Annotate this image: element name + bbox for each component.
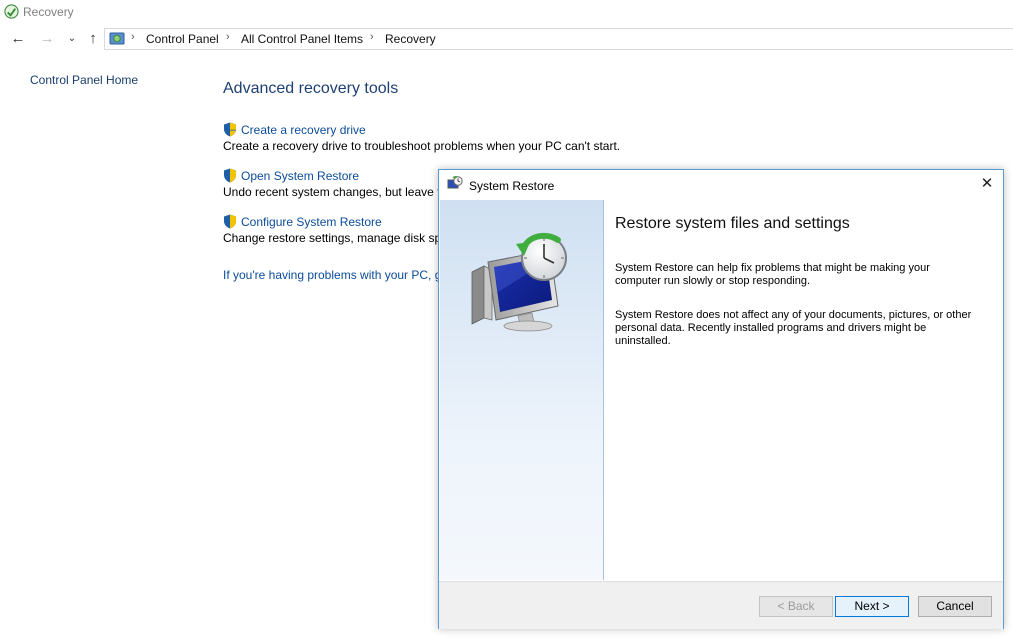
dialog-side-panel	[440, 200, 604, 580]
breadcrumb-separator-icon[interactable]: ›	[370, 31, 374, 43]
uac-shield-icon	[224, 122, 236, 137]
open-system-restore-description: Undo recent system changes, but leave fi	[223, 185, 438, 199]
back-arrow-icon[interactable]: ←	[8, 30, 28, 48]
window-title-bar: Recovery	[0, 0, 1013, 26]
open-system-restore-link[interactable]: Open System Restore	[241, 169, 359, 183]
dialog-title-bar[interactable]: System Restore ✕	[439, 170, 1003, 200]
back-button[interactable]: < Back	[759, 596, 833, 617]
uac-shield-icon	[224, 214, 236, 229]
up-arrow-icon[interactable]: ↑	[83, 30, 103, 48]
control-panel-home-link[interactable]: Control Panel Home	[30, 73, 138, 87]
dialog-title: System Restore	[469, 179, 555, 193]
recent-locations-chevron-icon[interactable]: ⌄	[62, 30, 82, 48]
breadcrumb-separator-icon[interactable]: ›	[131, 31, 135, 43]
page-title: Advanced recovery tools	[223, 80, 399, 97]
forward-arrow-icon[interactable]: →	[37, 30, 57, 48]
dialog-heading: Restore system files and settings	[615, 215, 850, 232]
dialog-paragraph-2: System Restore does not affect any of yo…	[615, 309, 972, 347]
create-recovery-drive-link[interactable]: Create a recovery drive	[241, 123, 366, 137]
create-recovery-drive-description: Create a recovery drive to troubleshoot …	[223, 139, 621, 153]
window-title: Recovery	[23, 5, 74, 19]
next-button[interactable]: Next >	[835, 596, 909, 617]
cancel-button[interactable]: Cancel	[918, 596, 992, 617]
navigation-bar: ← → ⌄ ↑ › Control Panel › All Control Pa…	[0, 27, 1013, 51]
close-icon[interactable]: ✕	[976, 173, 998, 195]
recovery-icon	[4, 4, 19, 19]
troubleshoot-problems-link[interactable]: If you're having problems with your PC, …	[223, 268, 438, 282]
dialog-paragraph-1: System Restore can help fix problems tha…	[615, 262, 930, 287]
control-panel-icon	[109, 32, 125, 45]
system-restore-illustration-icon	[471, 232, 567, 332]
system-restore-dialog: System Restore ✕ Restore system files an…	[438, 169, 1004, 629]
configure-system-restore-description: Change restore settings, manage disk spa	[223, 231, 438, 245]
uac-shield-icon	[224, 168, 236, 183]
breadcrumb-all-items[interactable]: All Control Panel Items	[241, 32, 363, 46]
system-restore-icon	[447, 176, 463, 189]
breadcrumb-recovery[interactable]: Recovery	[385, 32, 436, 46]
breadcrumb-control-panel[interactable]: Control Panel	[146, 32, 219, 46]
breadcrumb-separator-icon[interactable]: ›	[226, 31, 230, 43]
address-bar[interactable]: › Control Panel › All Control Panel Item…	[104, 28, 1013, 50]
dialog-footer: < Back Next > Cancel	[439, 581, 1003, 629]
configure-system-restore-link[interactable]: Configure System Restore	[241, 215, 382, 229]
